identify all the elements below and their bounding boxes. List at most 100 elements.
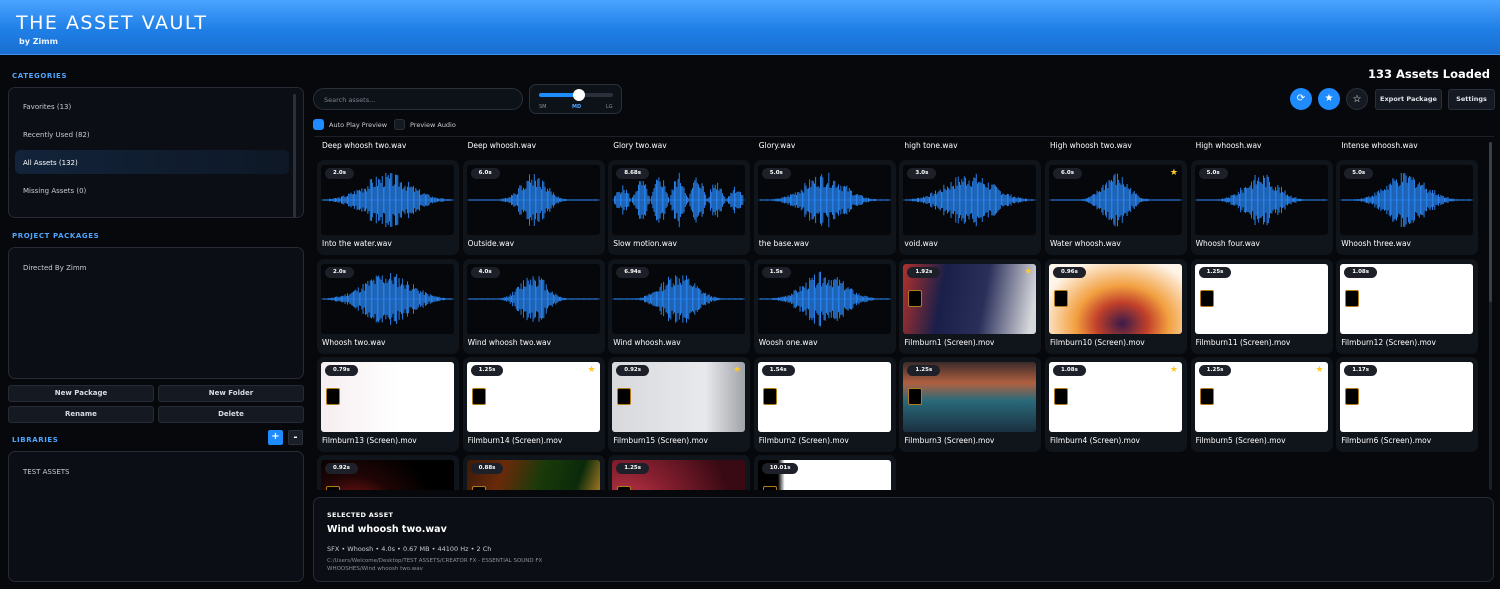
preview-inset (1199, 388, 1214, 405)
favorites-filter-button[interactable]: ★ (1318, 88, 1340, 110)
favorite-star-icon[interactable]: ★ (1024, 267, 1032, 277)
selected-asset-title: Wind whoosh two.wav (327, 524, 447, 535)
grid-scrollbar-thumb[interactable] (1489, 142, 1492, 302)
asset-name: Whoosh four.wav (1195, 239, 1260, 248)
duration-badge: 1.5s (761, 267, 791, 278)
search-input[interactable]: Search assets... (313, 88, 523, 110)
asset-card[interactable]: 1.17s Filmburn6 (Screen).mov (1336, 357, 1479, 452)
duration-badge: 1.08s (1344, 267, 1378, 278)
asset-card[interactable]: 0.88s (462, 455, 605, 490)
asset-card[interactable]: 4.0s Wind whoosh two.wav (462, 259, 605, 354)
project-packages-title: PROJECT PACKAGES (12, 232, 100, 240)
asset-card[interactable]: 1.5s Woosh one.wav (753, 259, 896, 354)
favorite-star-icon[interactable]: ★ (588, 365, 596, 375)
library-item[interactable]: TEST ASSETS (23, 468, 69, 476)
duration-badge: 5.0s (761, 168, 791, 179)
asset-card[interactable]: 8.68s Slow motion.wav (608, 160, 751, 255)
categories-title: CATEGORIES (12, 72, 68, 80)
rename-button[interactable]: Rename (8, 406, 154, 423)
asset-card[interactable]: 1.54s Filmburn2 (Screen).mov (753, 357, 896, 452)
favorite-star-icon[interactable]: ★ (733, 365, 741, 375)
asset-card[interactable]: 2.0s Whoosh two.wav (317, 259, 459, 354)
thumbnail-size-slider[interactable]: SM MD LG (529, 84, 622, 114)
preview-inset (471, 486, 486, 490)
asset-name: Filmburn10 (Screen).mov (1050, 338, 1145, 347)
asset-card[interactable]: 1.25s ★ Filmburn14 (Screen).mov (462, 357, 605, 452)
category-favorites[interactable]: Favorites (13) (15, 94, 289, 118)
preview-inset (1054, 290, 1068, 307)
asset-name: Deep whoosh.wav (467, 141, 537, 150)
selected-asset-panel: SELECTED ASSET Wind whoosh two.wav SFX •… (313, 497, 1494, 582)
grid-scrollbar[interactable] (1489, 142, 1492, 490)
asset-card[interactable]: 5.0s Whoosh four.wav (1190, 160, 1333, 255)
asset-card[interactable]: 0.79s Filmburn13 (Screen).mov (317, 357, 459, 452)
asset-card[interactable]: 1.25s (608, 455, 751, 490)
delete-button[interactable]: Delete (158, 406, 304, 423)
asset-card[interactable]: 1.08s ★ Filmburn4 (Screen).mov (1045, 357, 1187, 452)
asset-card[interactable]: 10.01s (753, 455, 896, 490)
favorite-toggle-button[interactable]: ☆ (1346, 88, 1368, 110)
category-missing-assets[interactable]: Missing Assets (0) (15, 178, 289, 202)
asset-card[interactable]: 6.0s Outside.wav (462, 160, 605, 255)
asset-card[interactable]: 6.94s Wind whoosh.wav (608, 259, 751, 354)
favorite-star-icon[interactable]: ★ (1316, 365, 1324, 375)
auto-play-checkbox[interactable] (313, 119, 324, 130)
asset-card[interactable]: 1.25s Filmburn3 (Screen).mov (899, 357, 1042, 452)
asset-card[interactable]: 1.08s Filmburn12 (Screen).mov (1336, 259, 1479, 354)
asset-name: Filmburn6 (Screen).mov (1341, 436, 1432, 445)
favorite-star-icon[interactable]: ★ (1170, 168, 1178, 178)
asset-name: high tone.wav (904, 141, 958, 150)
asset-name: Filmburn11 (Screen).mov (1195, 338, 1291, 347)
selected-asset-meta: SFX • Whoosh • 4.0s • 0.67 MB • 44100 Hz… (327, 545, 492, 553)
asset-name: Wind whoosh two.wav (467, 338, 552, 347)
add-library-button[interactable]: + (268, 430, 283, 445)
asset-name: Filmburn3 (Screen).mov (904, 436, 995, 445)
duration-badge: 0.88s (470, 463, 504, 474)
duration-badge: 5.0s (1198, 168, 1228, 179)
asset-name: Outside.wav (467, 239, 515, 248)
preview-inset (617, 486, 632, 490)
asset-card[interactable]: 0.92s ★ Filmburn15 (Screen).mov (608, 357, 751, 452)
asset-card[interactable]: 3.0s void.wav (899, 160, 1042, 255)
asset-card[interactable]: 5.0s Whoosh three.wav (1336, 160, 1479, 255)
asset-name: Into the water.wav (322, 239, 392, 248)
selected-asset-label: SELECTED ASSET (327, 511, 394, 519)
duration-badge: 1.25s (1198, 365, 1232, 376)
package-item[interactable]: Directed By Zimm (23, 264, 86, 272)
asset-card[interactable]: 5.0s the base.wav (753, 160, 896, 255)
asset-card[interactable]: 1.25s ★ Filmburn5 (Screen).mov (1190, 357, 1333, 452)
category-all-assets[interactable]: All Assets (132) (15, 150, 289, 174)
asset-name: Filmburn1 (Screen).mov (904, 338, 995, 347)
preview-inset (1345, 388, 1360, 405)
duration-badge: 2.0s (325, 168, 355, 179)
new-package-button[interactable]: New Package (8, 385, 154, 402)
asset-name: Filmburn15 (Screen).mov (613, 436, 708, 445)
slider-handle[interactable] (573, 89, 585, 101)
category-recently-used[interactable]: Recently Used (82) (15, 122, 289, 146)
settings-button[interactable]: Settings (1448, 89, 1495, 110)
asset-name: Filmburn14 (Screen).mov (467, 436, 563, 445)
duration-badge: 6.0s (1053, 168, 1083, 179)
remove-library-button[interactable]: - (288, 430, 303, 445)
star-filled-icon: ★ (1324, 93, 1334, 104)
asset-card[interactable]: 0.96s Filmburn10 (Screen).mov (1045, 259, 1187, 354)
duration-badge: 8.68s (616, 168, 650, 179)
asset-card[interactable]: 1.92s ★ Filmburn1 (Screen).mov (899, 259, 1042, 354)
asset-card[interactable]: 0.92s (317, 455, 459, 490)
preview-inset (1054, 388, 1068, 405)
refresh-button[interactable]: ⟳ (1290, 88, 1312, 110)
asset-card[interactable]: 6.0s ★ Water whoosh.wav (1045, 160, 1187, 255)
export-package-button[interactable]: Export Package (1375, 89, 1442, 110)
duration-badge: 0.79s (325, 365, 358, 376)
favorite-star-icon[interactable]: ★ (1170, 365, 1178, 375)
slider-track[interactable] (539, 89, 613, 101)
preview-inset (326, 388, 340, 405)
new-folder-button[interactable]: New Folder (158, 385, 304, 402)
asset-card[interactable]: 2.0s Into the water.wav (317, 160, 459, 255)
categories-scrollbar[interactable] (293, 94, 296, 218)
duration-badge: 1.25s (907, 365, 941, 376)
asset-name: Woosh one.wav (758, 338, 818, 347)
asset-name: the base.wav (758, 239, 809, 248)
asset-card[interactable]: 1.25s Filmburn11 (Screen).mov (1190, 259, 1333, 354)
preview-audio-checkbox[interactable] (394, 119, 405, 130)
